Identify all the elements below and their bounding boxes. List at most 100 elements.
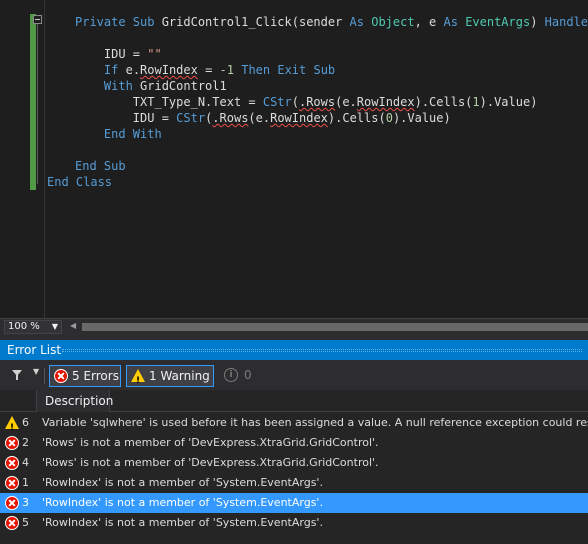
code-line[interactable]: End With bbox=[75, 126, 162, 142]
error-icon bbox=[54, 369, 68, 383]
error-list-toolbar: ▼ 5 Errors 1 Warning i 0 Messages bbox=[0, 360, 588, 402]
warnings-filter-toggle[interactable]: 1 Warning bbox=[126, 365, 214, 391]
errors-filter-toggle[interactable]: 5 Errors bbox=[49, 365, 121, 387]
error-list-title: Error List bbox=[7, 343, 62, 357]
table-row[interactable]: 5 'RowIndex' is not a member of 'System.E… bbox=[0, 513, 588, 533]
code-token: EventArgs bbox=[465, 15, 531, 29]
change-indicator-bar bbox=[30, 14, 36, 190]
table-row[interactable]: 1 'RowIndex' is not a member of 'System.E… bbox=[0, 473, 588, 493]
code-token: (e. bbox=[248, 111, 271, 125]
code-line[interactable]: If e.RowIndex = -1 Then Exit Sub bbox=[75, 62, 335, 78]
warning-icon bbox=[5, 416, 19, 433]
code-token: "" bbox=[147, 47, 162, 61]
error-squiggle-token: RowIndex bbox=[356, 95, 415, 109]
code-token: ).Value) bbox=[479, 95, 538, 109]
code-token: Private Sub bbox=[75, 15, 162, 29]
editor-status-strip: 100 % ▼ ◀ bbox=[0, 318, 588, 335]
code-token: GridControl1 bbox=[140, 79, 227, 93]
horizontal-scrollbar-thumb[interactable] bbox=[82, 323, 588, 331]
row-description: 'RowIndex' is not a member of 'System.Ev… bbox=[42, 516, 323, 529]
error-list-rows: 6 Variable 'sqlwhere' is used before it h… bbox=[0, 413, 588, 533]
code-token: e. bbox=[125, 63, 141, 77]
error-icon bbox=[5, 496, 19, 510]
scroll-left-icon[interactable]: ◀ bbox=[70, 321, 76, 330]
row-number: 1 bbox=[22, 476, 29, 489]
code-token: Then Exit Sub bbox=[241, 63, 336, 77]
code-editor[interactable]: Private Sub GridControl1_Click(sender As… bbox=[0, 0, 588, 318]
warnings-count-label: 1 Warning bbox=[149, 369, 210, 383]
messages-filter-toggle[interactable]: i 0 Messages bbox=[220, 365, 310, 402]
code-token: CStr bbox=[262, 95, 292, 109]
code-text-area[interactable]: Private Sub GridControl1_Click(sender As… bbox=[44, 0, 588, 318]
error-list-panel: Error List ▼ 5 Errors 1 Warning i 0 Mess… bbox=[0, 340, 588, 544]
code-line[interactable]: End Sub bbox=[75, 158, 126, 174]
error-icon bbox=[5, 456, 19, 470]
row-description: 'RowIndex' is not a member of 'System.Ev… bbox=[42, 496, 323, 509]
column-header-description[interactable]: Description bbox=[36, 390, 113, 412]
code-token: GridControl1_Click(sender bbox=[161, 15, 350, 29]
table-row[interactable]: 3 'RowIndex' is not a member of 'System.E… bbox=[0, 493, 588, 513]
code-token: 1 bbox=[472, 95, 480, 109]
row-number: 3 bbox=[22, 496, 29, 509]
info-icon: i bbox=[224, 368, 238, 382]
error-squiggle-token: RowIndex bbox=[140, 63, 198, 77]
error-squiggle-token: RowIndex bbox=[270, 111, 328, 125]
row-description: 'RowIndex' is not a member of 'System.Ev… bbox=[42, 476, 323, 489]
error-icon bbox=[5, 516, 19, 530]
code-token: , e bbox=[414, 15, 444, 29]
code-token: = bbox=[197, 63, 220, 77]
zoom-dropdown[interactable]: 100 % ▼ bbox=[4, 320, 62, 334]
code-token: ) bbox=[530, 15, 545, 29]
warning-icon bbox=[131, 369, 145, 391]
error-icon bbox=[5, 476, 19, 490]
code-token: End Class bbox=[47, 175, 113, 189]
table-row[interactable]: 2 'Rows' is not a member of 'DevExpress.X… bbox=[0, 433, 588, 453]
code-token: End With bbox=[103, 127, 162, 141]
row-number: 2 bbox=[22, 436, 29, 449]
editor-gutter bbox=[0, 0, 30, 318]
title-grip bbox=[62, 349, 582, 352]
filter-button[interactable]: ▼ bbox=[12, 367, 42, 384]
code-line[interactable]: With GridControl1 bbox=[75, 78, 227, 94]
error-squiggle-token: .Rows bbox=[212, 111, 249, 125]
code-token: TXT_Type_N.Text = bbox=[75, 95, 263, 109]
code-token: Object bbox=[371, 15, 415, 29]
toolbar-separator bbox=[44, 368, 45, 384]
code-token: As bbox=[443, 15, 466, 29]
code-token: 0 bbox=[385, 111, 393, 125]
row-number: 6 bbox=[22, 416, 29, 429]
error-icon bbox=[5, 436, 19, 450]
code-token: Handles bbox=[544, 15, 588, 29]
errors-count-label: 5 Errors bbox=[72, 369, 119, 383]
row-description: 'Rows' is not a member of 'DevExpress.Xt… bbox=[42, 436, 379, 449]
code-token: (e. bbox=[335, 95, 357, 109]
row-number: 4 bbox=[22, 456, 29, 469]
code-line[interactable]: IDU = CStr(.Rows(e.RowIndex).Cells(0).Va… bbox=[75, 110, 451, 126]
code-token: End Sub bbox=[75, 159, 126, 173]
code-token: -1 bbox=[219, 63, 242, 77]
row-description: Variable 'sqlwhere' is used before it ha… bbox=[42, 416, 588, 429]
code-token: ).Value) bbox=[392, 111, 451, 125]
table-row[interactable]: 4 'Rows' is not a member of 'DevExpress.X… bbox=[0, 453, 588, 473]
code-token: ).Cells( bbox=[327, 111, 386, 125]
filter-icon bbox=[12, 370, 22, 380]
code-token: With bbox=[103, 79, 141, 93]
code-line[interactable]: IDU = "" bbox=[75, 46, 162, 62]
outline-guide bbox=[37, 24, 38, 184]
code-line[interactable]: End Class bbox=[47, 174, 112, 190]
row-number: 5 bbox=[22, 516, 29, 529]
code-token: ( bbox=[291, 95, 299, 109]
code-token: IDU = bbox=[75, 47, 148, 61]
row-description: 'Rows' is not a member of 'DevExpress.Xt… bbox=[42, 456, 379, 469]
chevron-down-icon: ▼ bbox=[51, 322, 58, 331]
code-line[interactable]: Private Sub GridControl1_Click(sender As… bbox=[75, 14, 588, 30]
code-token: ).Cells( bbox=[414, 95, 473, 109]
zoom-level: 100 % bbox=[8, 321, 40, 332]
error-list-title-bar[interactable]: Error List bbox=[0, 340, 588, 360]
code-line[interactable]: TXT_Type_N.Text = CStr(.Rows(e.RowIndex)… bbox=[75, 94, 538, 110]
collapse-toggle-icon[interactable] bbox=[33, 15, 42, 24]
table-row[interactable]: 6 Variable 'sqlwhere' is used before it h… bbox=[0, 413, 588, 433]
